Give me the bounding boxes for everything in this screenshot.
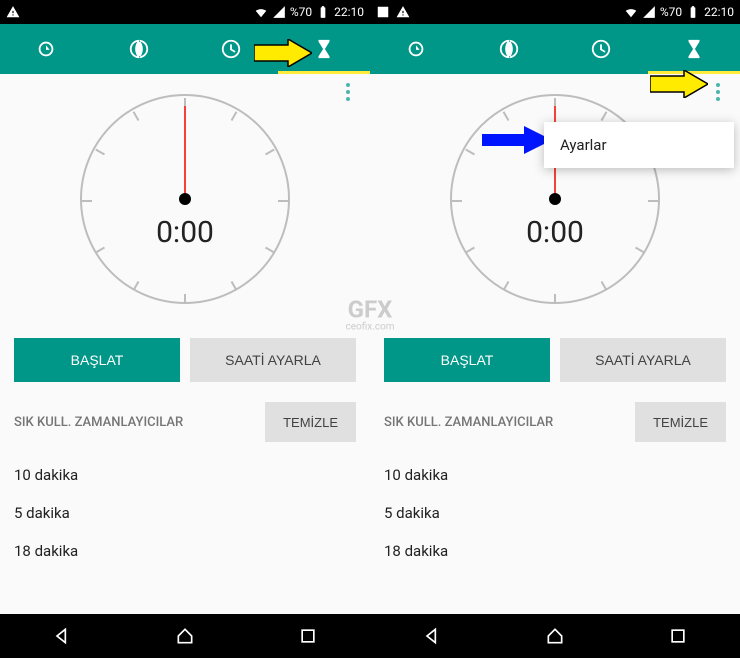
overflow-menu-popup: Ayarlar: [544, 122, 734, 168]
tab-bar: [0, 24, 370, 74]
signal-off-icon: [642, 5, 656, 19]
list-item[interactable]: 10 dakika: [14, 456, 356, 494]
overflow-menu-button[interactable]: [336, 80, 360, 104]
main-content: 0:00 BAŞLAT SAATİ AYARLA SIK KULL. ZAMAN…: [0, 74, 370, 570]
list-item[interactable]: 18 dakika: [384, 532, 726, 570]
clear-button[interactable]: TEMİZLE: [265, 402, 356, 442]
set-time-button[interactable]: SAATİ AYARLA: [190, 338, 356, 382]
nav-recent[interactable]: [617, 614, 740, 658]
battery-icon: [316, 5, 330, 19]
list-item[interactable]: 5 dakika: [384, 494, 726, 532]
tab-timer[interactable]: [278, 24, 371, 74]
needle-pivot: [179, 193, 191, 205]
tab-bar: [370, 24, 740, 74]
screen-left: %70 22:10 0:00 BAŞLAT SAATİ AYARLA SIK: [0, 0, 370, 658]
overflow-menu-button[interactable]: [706, 80, 730, 104]
timer-dial: 0:00: [80, 94, 290, 304]
list-item[interactable]: 18 dakika: [14, 532, 356, 570]
tab-alarm[interactable]: [0, 24, 93, 74]
start-button[interactable]: BAŞLAT: [14, 338, 180, 382]
list-item[interactable]: 10 dakika: [384, 456, 726, 494]
nav-back[interactable]: [0, 614, 123, 658]
set-time-button[interactable]: SAATİ AYARLA: [560, 338, 726, 382]
tab-world-clock[interactable]: [463, 24, 556, 74]
clock-time: 22:10: [704, 5, 734, 19]
signal-off-icon: [272, 5, 286, 19]
battery-icon: [686, 5, 700, 19]
clock-time: 22:10: [334, 5, 364, 19]
warning-icon: [6, 5, 20, 19]
image-icon: [376, 5, 390, 19]
nav-home[interactable]: [493, 614, 616, 658]
battery-percent: %70: [660, 5, 682, 19]
screen-right: %70 22:10 0:00 BAŞLAT SAATİ AYARLA: [370, 0, 740, 658]
warning-icon: [396, 5, 410, 19]
clear-button[interactable]: TEMİZLE: [635, 402, 726, 442]
nav-bar: [370, 614, 740, 658]
wifi-icon: [254, 5, 268, 19]
nav-back[interactable]: [370, 614, 493, 658]
tab-clock[interactable]: [185, 24, 278, 74]
timer-needle: [184, 106, 186, 201]
recent-timers-label: SIK KULL. ZAMANLAYICILAR: [384, 415, 635, 430]
tab-clock[interactable]: [555, 24, 648, 74]
settings-menu-item[interactable]: Ayarlar: [560, 136, 718, 154]
tab-timer[interactable]: [648, 24, 740, 74]
timer-display: 0:00: [452, 215, 658, 250]
start-button[interactable]: BAŞLAT: [384, 338, 550, 382]
needle-pivot: [549, 193, 561, 205]
status-bar: %70 22:10: [370, 0, 740, 24]
nav-recent[interactable]: [247, 614, 370, 658]
tab-alarm[interactable]: [370, 24, 463, 74]
nav-bar: [0, 614, 370, 658]
recent-timers-list: 10 dakika 5 dakika 18 dakika: [384, 456, 726, 570]
list-item[interactable]: 5 dakika: [14, 494, 356, 532]
tab-world-clock[interactable]: [93, 24, 186, 74]
timer-display: 0:00: [82, 215, 288, 250]
recent-timers-list: 10 dakika 5 dakika 18 dakika: [14, 456, 356, 570]
nav-home[interactable]: [123, 614, 246, 658]
battery-percent: %70: [290, 5, 312, 19]
status-bar: %70 22:10: [0, 0, 370, 24]
recent-timers-label: SIK KULL. ZAMANLAYICILAR: [14, 415, 265, 430]
wifi-icon: [624, 5, 638, 19]
